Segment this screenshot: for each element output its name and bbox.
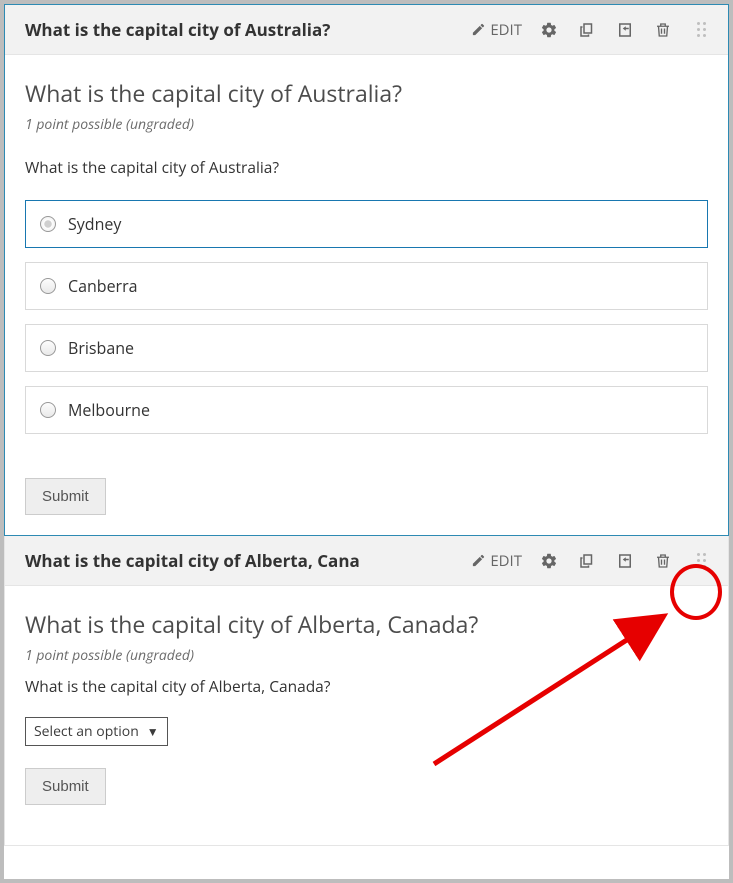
move-button[interactable]	[606, 544, 644, 578]
move-icon	[616, 21, 634, 39]
question-header-title: What is the capital city of Alberta, Can…	[25, 549, 467, 572]
radio-icon	[40, 216, 56, 232]
settings-button[interactable]	[530, 544, 568, 578]
question-body: What is the capital city of Alberta, Can…	[5, 586, 728, 845]
pencil-icon	[471, 22, 486, 37]
copy-icon	[578, 21, 596, 39]
question-points: 1 point possible (ungraded)	[25, 646, 708, 665]
duplicate-button[interactable]	[568, 544, 606, 578]
radio-icon	[40, 278, 56, 294]
submit-button[interactable]: Submit	[25, 768, 106, 805]
question-header: What is the capital city of Australia? E…	[5, 5, 728, 55]
trash-icon	[654, 21, 672, 39]
option-sydney[interactable]: Sydney	[25, 200, 708, 248]
drag-handle[interactable]	[682, 544, 720, 578]
gear-icon	[540, 21, 558, 39]
question-prompt: What is the capital city of Australia?	[25, 156, 708, 178]
frame: What is the capital city of Australia? E…	[0, 0, 733, 883]
option-canberra[interactable]: Canberra	[25, 262, 708, 310]
copy-icon	[578, 552, 596, 570]
drag-dots-icon	[697, 553, 706, 568]
duplicate-button[interactable]	[568, 13, 606, 47]
move-button[interactable]	[606, 13, 644, 47]
pencil-icon	[471, 553, 486, 568]
question-body: What is the capital city of Australia? 1…	[5, 55, 728, 535]
option-label: Sydney	[68, 213, 121, 235]
question-body-title: What is the capital city of Alberta, Can…	[25, 608, 708, 640]
option-brisbane[interactable]: Brisbane	[25, 324, 708, 372]
drag-handle[interactable]	[682, 13, 720, 47]
question-block-2: What is the capital city of Alberta, Can…	[4, 536, 729, 846]
option-label: Canberra	[68, 275, 138, 297]
drag-dots-icon	[697, 22, 706, 37]
question-prompt: What is the capital city of Alberta, Can…	[25, 675, 708, 697]
settings-button[interactable]	[530, 13, 568, 47]
delete-button[interactable]	[644, 544, 682, 578]
chevron-down-icon: ▼	[147, 723, 159, 740]
edit-button[interactable]: EDIT	[467, 551, 530, 571]
radio-icon	[40, 340, 56, 356]
move-icon	[616, 552, 634, 570]
edit-button[interactable]: EDIT	[467, 20, 530, 40]
gear-icon	[540, 552, 558, 570]
radio-icon	[40, 402, 56, 418]
question-header: What is the capital city of Alberta, Can…	[5, 536, 728, 586]
trash-icon	[654, 552, 672, 570]
question-block-1: What is the capital city of Australia? E…	[4, 4, 729, 536]
delete-button[interactable]	[644, 13, 682, 47]
question-toolbar: EDIT	[467, 544, 720, 578]
edit-label: EDIT	[490, 20, 522, 40]
question-points: 1 point possible (ungraded)	[25, 115, 708, 134]
option-label: Melbourne	[68, 399, 150, 421]
dropdown-value: Select an option	[34, 722, 139, 741]
option-label: Brisbane	[68, 337, 134, 359]
question-toolbar: EDIT	[467, 13, 720, 47]
option-melbourne[interactable]: Melbourne	[25, 386, 708, 434]
edit-label: EDIT	[490, 551, 522, 571]
submit-button[interactable]: Submit	[25, 478, 106, 515]
question-body-title: What is the capital city of Australia?	[25, 77, 708, 109]
answer-dropdown[interactable]: Select an option ▼	[25, 717, 168, 746]
question-header-title: What is the capital city of Australia?	[25, 18, 467, 41]
